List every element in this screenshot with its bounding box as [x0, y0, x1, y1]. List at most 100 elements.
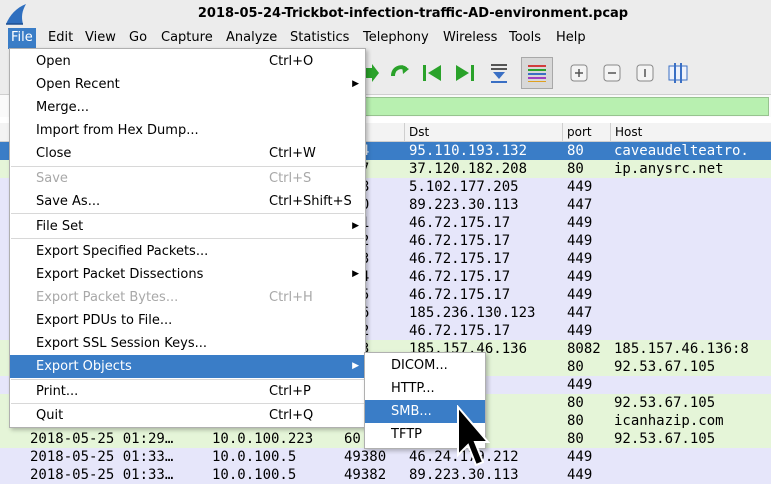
cell-port: 449 [567, 287, 593, 303]
mouse-pointer-icon [457, 405, 490, 467]
menu-separator [11, 213, 364, 214]
menu-item-shortcut: Ctrl+O [269, 54, 314, 69]
menu-item-label: SMB... [391, 404, 432, 419]
menu-item-label: Quit [36, 408, 64, 423]
menu-item-save-as[interactable]: Save As... Ctrl+Shift+S [10, 190, 365, 213]
menu-item-print[interactable]: Print... Ctrl+P [10, 380, 365, 403]
cell-port: 449 [567, 377, 593, 393]
table-row[interactable]: 2018-05-25 01:33… 10.0.100.5 49380 46.24.17… [0, 448, 771, 466]
cell-src-port: 60 [344, 431, 361, 447]
menu-wireless[interactable]: Wireless [440, 28, 500, 49]
column-header-port[interactable]: port [562, 123, 611, 141]
cell-port: 80 [567, 395, 584, 411]
submenu-item-http[interactable]: HTTP... [365, 377, 485, 400]
first-packet-icon[interactable] [419, 60, 445, 86]
menu-item-label: DICOM... [391, 358, 448, 373]
file-menu: Open Ctrl+O Open Recent ▶ Merge... Impor… [9, 48, 366, 428]
menu-item-label: Close [36, 146, 72, 161]
cell-port: 449 [567, 467, 593, 483]
cell-dst: 46.72.175.17 [409, 287, 511, 303]
last-packet-icon[interactable] [452, 60, 478, 86]
table-row[interactable]: 2018-05-25 01:33… 10.0.100.5 49382 89.223.3… [0, 466, 771, 484]
cell-host: 92.53.67.105 [614, 395, 716, 411]
cell-host: ip.anysrc.net [614, 161, 724, 177]
colorize-icon [528, 65, 546, 82]
menu-item-label: Export SSL Session Keys... [36, 336, 208, 351]
menu-view[interactable]: View [82, 28, 119, 49]
menu-statistics[interactable]: Statistics [287, 28, 352, 49]
cell-dst: 46.72.175.17 [409, 215, 511, 231]
zoom-in-icon[interactable] [566, 60, 592, 86]
menu-item-label: Import from Hex Dump... [36, 123, 199, 138]
cell-port: 80 [567, 359, 584, 375]
cell-port: 449 [567, 179, 593, 195]
cell-port: 449 [567, 251, 593, 267]
menu-item-label: Save [36, 171, 68, 186]
menu-go[interactable]: Go [126, 28, 150, 49]
menu-item-label: HTTP... [391, 381, 435, 396]
submenu-item-dicom[interactable]: DICOM... [365, 354, 485, 377]
menu-item-merge[interactable]: Merge... [10, 96, 365, 119]
menu-item-quit[interactable]: Quit Ctrl+Q [10, 404, 365, 427]
colorize-toggle[interactable] [521, 57, 553, 89]
cell-time: 2018-05-25 01:33… [30, 449, 174, 465]
menu-item-label: Export Packet Dissections [36, 267, 204, 282]
cell-host: 92.53.67.105 [614, 359, 716, 375]
cell-port: 449 [567, 269, 593, 285]
cell-dst: 5.102.177.205 [409, 179, 519, 195]
cell-src-port: 49380 [344, 449, 387, 465]
cell-port: 80 [567, 143, 584, 159]
menu-tools[interactable]: Tools [506, 28, 544, 49]
normal-size-icon[interactable] [632, 60, 658, 86]
menu-item-export-pdus[interactable]: Export PDUs to File... [10, 309, 365, 332]
menu-item-save[interactable]: Save Ctrl+S [10, 167, 365, 190]
cell-dst: 37.120.182.208 [409, 161, 528, 177]
cell-host: 92.53.67.105 [614, 431, 716, 447]
chevron-right-icon: ▶ [352, 79, 359, 89]
menu-analyze[interactable]: Analyze [223, 28, 280, 49]
cell-host: caveaudelteatro. [614, 143, 749, 159]
menu-item-label: File Set [36, 219, 84, 234]
menu-item-export-ssl-keys[interactable]: Export SSL Session Keys... [10, 332, 365, 355]
menu-file[interactable]: File [8, 28, 36, 49]
go-to-packet-icon[interactable] [387, 60, 413, 86]
menu-item-label: Open Recent [36, 77, 120, 92]
menu-item-export-objects[interactable]: Export Objects ▶ [10, 355, 365, 378]
chevron-right-icon: ▶ [352, 269, 359, 279]
menu-item-open-recent[interactable]: Open Recent ▶ [10, 73, 365, 96]
menu-item-close[interactable]: Close Ctrl+W [10, 142, 365, 165]
menu-item-file-set[interactable]: File Set ▶ [10, 215, 365, 238]
cell-port: 449 [567, 215, 593, 231]
title-bar: 2018-05-24-Trickbot-infection-traffic-AD… [0, 0, 771, 28]
menu-item-shortcut: Ctrl+H [269, 290, 313, 305]
cell-host: 185.157.46.136:8 [614, 341, 749, 357]
cell-time: 2018-05-25 01:29… [30, 431, 174, 447]
cell-port: 447 [567, 305, 593, 321]
menu-item-label: Export Objects [36, 359, 132, 374]
cell-dst: 95.110.193.132 [409, 143, 528, 159]
menu-item-import-hex-dump[interactable]: Import from Hex Dump... [10, 119, 365, 142]
menu-item-export-packet-dissections[interactable]: Export Packet Dissections ▶ [10, 263, 365, 286]
cell-port: 449 [567, 323, 593, 339]
column-header-dst[interactable]: Dst [404, 123, 564, 141]
cell-port: 80 [567, 413, 584, 429]
menu-capture[interactable]: Capture [158, 28, 216, 49]
display-filter-input[interactable] [360, 97, 769, 116]
menu-item-export-packet-bytes[interactable]: Export Packet Bytes... Ctrl+H [10, 286, 365, 309]
chevron-right-icon: ▶ [352, 361, 359, 371]
menu-item-label: TFTP [391, 427, 422, 442]
cell-dst: 46.72.175.17 [409, 233, 511, 249]
resize-columns-icon[interactable] [665, 60, 691, 86]
autoscroll-icon[interactable] [486, 60, 512, 86]
menu-telephony[interactable]: Telephony [360, 28, 432, 49]
column-header-host[interactable]: Host [610, 123, 771, 141]
zoom-out-icon[interactable] [599, 60, 625, 86]
menu-edit[interactable]: Edit [45, 28, 76, 49]
menu-item-export-specified-packets[interactable]: Export Specified Packets... [10, 240, 365, 263]
menu-item-open[interactable]: Open Ctrl+O [10, 50, 365, 73]
menu-item-shortcut: Ctrl+P [269, 384, 311, 399]
cell-host: icanhazip.com [614, 413, 724, 429]
cell-port: 449 [567, 449, 593, 465]
menu-item-label: Export Packet Bytes... [36, 290, 179, 305]
menu-help[interactable]: Help [553, 28, 589, 49]
